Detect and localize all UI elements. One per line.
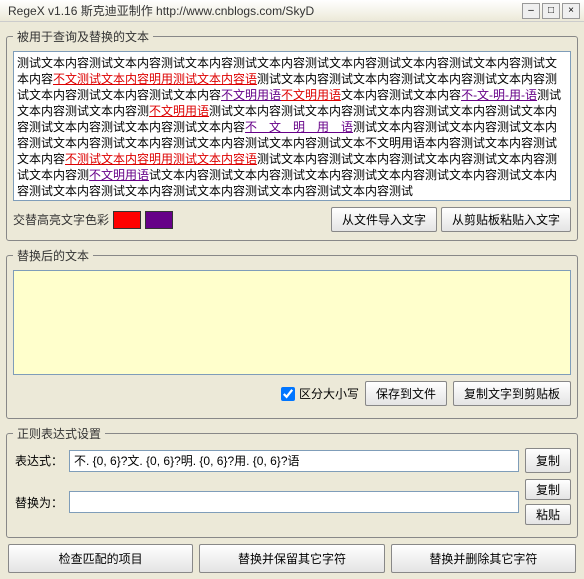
paste-clipboard-button[interactable]: 从剪贴板粘贴入文字 <box>441 207 571 232</box>
copy-clipboard-button[interactable]: 复制文字到剪贴板 <box>453 381 571 406</box>
copy-expr-button[interactable]: 复制 <box>525 448 571 473</box>
regex-group: 正则表达式设置 表达式： 复制 替换为： 复制 粘贴 <box>6 425 578 538</box>
paste-repl-button[interactable]: 粘贴 <box>525 504 571 525</box>
swap-colors-label: 交替高亮文字色彩 <box>13 211 109 228</box>
case-sensitive-input[interactable] <box>281 387 295 401</box>
replace-remove-button[interactable]: 替换并删除其它字符 <box>391 544 576 573</box>
import-file-button[interactable]: 从文件导入文字 <box>331 207 437 232</box>
repl-input[interactable] <box>69 491 519 513</box>
check-matches-button[interactable]: 检查匹配的项目 <box>8 544 193 573</box>
highlighted-match[interactable]: 不文测试文本内容明用测试文本内容语 <box>53 72 257 86</box>
replaced-group: 替换后的文本 区分大小写 保存到文件 复制文字到剪贴板 <box>6 247 578 419</box>
copy-repl-button[interactable]: 复制 <box>525 479 571 500</box>
expr-label: 表达式： <box>13 452 63 469</box>
window-title: RegeX v1.16 斯克迪亚制作 http://www.cnblogs.co… <box>4 2 520 19</box>
highlighted-match[interactable]: 不 文 明 用 语 <box>245 120 353 134</box>
replaced-legend: 替换后的文本 <box>13 247 93 264</box>
case-sensitive-checkbox[interactable]: 区分大小写 <box>281 385 359 402</box>
source-legend: 被用于查询及替换的文本 <box>13 28 153 45</box>
save-file-button[interactable]: 保存到文件 <box>365 381 447 406</box>
color-swatch-red[interactable] <box>113 211 141 229</box>
highlighted-match[interactable]: 不测试文本内容明用测试文本内容语 <box>65 152 257 166</box>
highlighted-match[interactable]: 不文明用语 <box>149 104 209 118</box>
close-button[interactable]: × <box>562 3 580 19</box>
highlighted-match[interactable]: 不文明用语 <box>221 88 281 102</box>
replaced-textarea[interactable] <box>13 270 571 375</box>
minimize-button[interactable]: – <box>522 3 540 19</box>
repl-label: 替换为： <box>13 494 63 511</box>
regex-legend: 正则表达式设置 <box>13 425 105 442</box>
color-swatch-purple[interactable] <box>145 211 173 229</box>
replace-keep-button[interactable]: 替换并保留其它字符 <box>199 544 384 573</box>
case-sensitive-label: 区分大小写 <box>299 385 359 402</box>
maximize-button[interactable]: □ <box>542 3 560 19</box>
highlighted-match[interactable]: 不文明用语 <box>281 88 341 102</box>
highlighted-match[interactable]: 不文明用语 <box>89 168 149 182</box>
expr-input[interactable] <box>69 450 519 472</box>
source-textarea[interactable]: 测试文本内容测试文本内容测试文本内容测试文本内容测试文本内容测试文本内容测试文本… <box>13 51 571 201</box>
source-group: 被用于查询及替换的文本 测试文本内容测试文本内容测试文本内容测试文本内容测试文本… <box>6 28 578 241</box>
highlighted-match[interactable]: 不-文-明-用-语 <box>461 88 537 102</box>
titlebar: RegeX v1.16 斯克迪亚制作 http://www.cnblogs.co… <box>0 0 584 22</box>
